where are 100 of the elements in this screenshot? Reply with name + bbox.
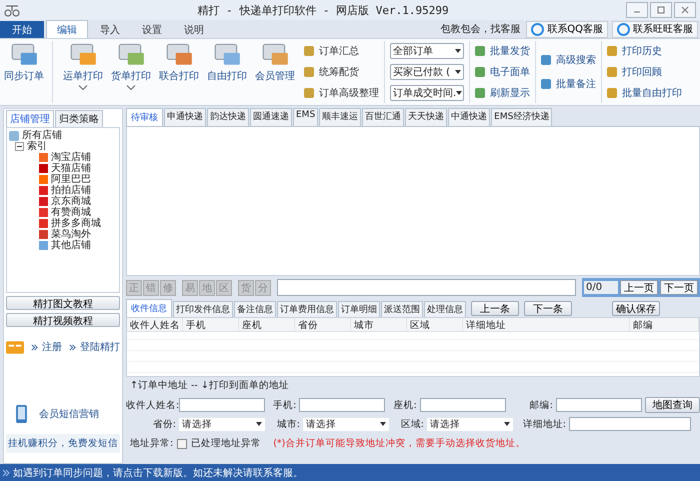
- warning-text: (*)合并订单可能导致地址冲突，需要手动选择收货地址。: [273, 437, 526, 450]
- dropdown-arrow-icon: [256, 422, 262, 426]
- courier-tab[interactable]: EMS经济快递: [491, 108, 552, 126]
- collapse-icon[interactable]: [15, 142, 24, 151]
- detail-tab[interactable]: 派送范围: [381, 301, 423, 317]
- ribbon-link[interactable]: 打印回顾: [607, 64, 682, 79]
- menu-tab[interactable]: 编辑: [46, 20, 88, 38]
- courier-tab[interactable]: 待审核: [126, 108, 163, 126]
- card-icon: [6, 340, 24, 354]
- ribbon-link[interactable]: 批量发货: [475, 44, 530, 58]
- zip-input[interactable]: [556, 398, 642, 412]
- ribbon-link[interactable]: 打印历史: [607, 44, 682, 58]
- field-label: 详细地址:: [522, 418, 566, 430]
- prev-page-button[interactable]: 上一页: [620, 280, 658, 295]
- field-label: 手机:: [272, 398, 296, 412]
- dropdown-arrow-icon: [455, 49, 461, 54]
- tree-item[interactable]: 拍拍店铺: [51, 185, 91, 196]
- next-page-button[interactable]: 下一页: [660, 280, 698, 295]
- printer-icon: [164, 41, 194, 67]
- tutorial-button[interactable]: 精打视频教程: [6, 313, 120, 327]
- ribbon-link[interactable]: 订单汇总: [304, 44, 379, 58]
- region-select[interactable]: 请选择: [303, 418, 389, 430]
- status-text: 如遇到订单同步问题，请点击下载新版。如还未解决请联系客服。: [13, 466, 303, 480]
- save-button[interactable]: 确认保存: [612, 300, 660, 316]
- detail-tab[interactable]: 备注信息: [234, 301, 276, 317]
- detail-tab[interactable]: 订单费用信息: [277, 301, 337, 317]
- tutorial-button[interactable]: 精打图文教程: [6, 296, 120, 310]
- phone-icon: [16, 405, 27, 423]
- ribbon-link[interactable]: 批量自由打印: [607, 86, 682, 100]
- sidebar-tab[interactable]: 归类策略: [55, 110, 103, 127]
- ribbon-link[interactable]: 高级搜索: [541, 53, 596, 67]
- courier-tab[interactable]: 圆通速递: [250, 108, 292, 126]
- menu-tab[interactable]: 说明: [174, 21, 214, 38]
- record-nav-button[interactable]: 上一条: [471, 300, 519, 316]
- region-select[interactable]: 请选择: [427, 418, 513, 430]
- tree-item[interactable]: 所有店铺: [9, 130, 117, 141]
- courier-tab[interactable]: 申通快递: [164, 108, 206, 126]
- dropdown-arrow-icon: [455, 70, 461, 74]
- maximize-icon[interactable]: [650, 2, 672, 18]
- phone-input[interactable]: [420, 398, 506, 412]
- start-tab[interactable]: 开始: [0, 21, 44, 38]
- ribbon-button[interactable]: 同步订单: [0, 41, 53, 103]
- double-chevron-icon: [2, 468, 10, 476]
- tree-item[interactable]: 拼多多商城: [51, 218, 101, 229]
- column-header: 手机: [183, 318, 239, 331]
- tree-item[interactable]: 天猫店铺: [51, 163, 91, 174]
- filter-dropdown[interactable]: 买家已付款 (: [390, 64, 464, 80]
- ribbon-button[interactable]: 自由打印: [203, 41, 251, 103]
- search-field[interactable]: [277, 279, 576, 296]
- detail-tab[interactable]: 处理信息: [424, 301, 466, 317]
- contact-button[interactable]: 联系旺旺客服: [612, 20, 698, 38]
- region-select[interactable]: 请选择: [179, 418, 265, 430]
- account-link[interactable]: 登陆精打: [80, 340, 120, 354]
- contact-button[interactable]: 联系QQ客服: [526, 20, 608, 38]
- ribbon-link[interactable]: 刷新显示: [475, 86, 530, 100]
- detail-tab[interactable]: 收件信息: [126, 299, 172, 317]
- tree-item[interactable]: 菜鸟淘外: [51, 229, 91, 240]
- tree-item[interactable]: 索引: [27, 141, 47, 152]
- double-chevron-icon: [69, 344, 76, 350]
- window-title: 精打 - 快递单打印软件 - 网店版 Ver.1.95299: [196, 2, 450, 18]
- courier-tab[interactable]: 天天快递: [405, 108, 448, 126]
- detail-tab[interactable]: 打印发件信息: [173, 301, 233, 317]
- ribbon-button[interactable]: 会员管理: [251, 41, 299, 103]
- menu-tab[interactable]: 导入: [90, 21, 130, 38]
- ribbon-link[interactable]: 批量备注: [541, 77, 596, 91]
- ribbon-link[interactable]: 电子面单: [475, 64, 530, 79]
- sms-marketing-link[interactable]: 会员短信营销: [39, 407, 99, 421]
- courier-tab[interactable]: 韵达快递: [207, 108, 249, 126]
- column-header: 座机: [239, 318, 295, 331]
- tree-item[interactable]: 阿里巴巴: [51, 174, 91, 185]
- account-link[interactable]: 注册: [42, 340, 62, 354]
- record-nav-button[interactable]: 下一条: [524, 300, 572, 316]
- minimize-icon[interactable]: [626, 2, 648, 18]
- mobile-input[interactable]: [299, 398, 386, 412]
- filter-dropdown[interactable]: 全部订单: [390, 43, 464, 60]
- close-icon[interactable]: [674, 2, 696, 18]
- tree-item[interactable]: 其他店铺: [51, 240, 91, 251]
- courier-tab[interactable]: 顺丰速运: [319, 108, 362, 126]
- tree-item[interactable]: 京东商城: [51, 196, 91, 207]
- ribbon-button[interactable]: 联合打印: [155, 41, 203, 103]
- filter-dropdown[interactable]: 订单成交时间.: [390, 84, 464, 101]
- courier-tab[interactable]: 百世汇通: [362, 108, 404, 126]
- double-chevron-icon: [31, 344, 38, 350]
- checkbox[interactable]: [177, 438, 188, 448]
- ribbon-link[interactable]: 统筹配货: [304, 64, 379, 79]
- map-search-button[interactable]: 地图查询: [644, 397, 700, 413]
- menu-tab[interactable]: 设置: [132, 21, 172, 38]
- chevron-down-icon: [78, 85, 88, 90]
- detail-tab[interactable]: 订单明细: [338, 301, 380, 317]
- tree-item[interactable]: 有赞商城: [51, 207, 91, 218]
- courier-tab[interactable]: 中通快递: [448, 108, 490, 126]
- courier-tab[interactable]: EMS: [293, 108, 318, 126]
- ribbon-button[interactable]: 货单打印: [107, 41, 155, 103]
- printer-icon: [116, 41, 146, 67]
- ribbon-button[interactable]: 运单打印: [59, 41, 107, 103]
- tree-item[interactable]: 淘宝店铺: [51, 152, 91, 163]
- ribbon-link[interactable]: 订单高级整理: [304, 86, 379, 100]
- name-input[interactable]: [179, 398, 265, 412]
- sidebar-tab[interactable]: 店铺管理: [6, 110, 54, 127]
- address-input[interactable]: [569, 417, 691, 431]
